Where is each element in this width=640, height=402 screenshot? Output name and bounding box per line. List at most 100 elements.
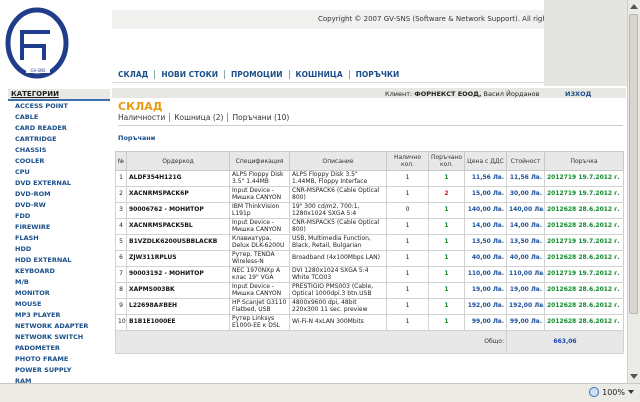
cell-ordered-qty: 1 (428, 202, 465, 219)
cell-order-ref[interactable]: 2012628 28.6.2012 г. (544, 218, 624, 235)
category-item[interactable]: DVD-RW (8, 200, 110, 211)
cell-order-ref[interactable]: 2012628 28.6.2012 г. (544, 314, 624, 331)
cell-order-code[interactable]: ALDF354H121G (126, 170, 230, 187)
category-item[interactable]: DVD-ROM (8, 189, 110, 200)
table-row: 10 B1B1E1000EE Рутер Linksys E1000-EE к DS… (115, 314, 624, 331)
category-item[interactable]: RAM (8, 376, 110, 384)
subnav-ordered[interactable]: Поръчани (10) (232, 113, 289, 122)
category-list: ACCESS POINT CABLE CARD READER CARTRIDGE CHA… (8, 101, 110, 384)
cell-order-code[interactable]: ZJW311RPLUS (126, 250, 230, 267)
cell-description: DVI 1280x1024 SXGA 5:4 White TCO03 (289, 266, 387, 283)
col-header-order: Поръчка (544, 151, 624, 171)
cell-price: 15,00 Лв. (464, 186, 507, 203)
category-item[interactable]: MONITOR (8, 288, 110, 299)
cell-order-code[interactable]: XACNRMSPACK6P (126, 186, 230, 203)
subnav-stock[interactable]: Наличности (118, 113, 165, 122)
scroll-down-icon[interactable] (630, 374, 638, 379)
cell-row-number: 2 (115, 186, 127, 203)
category-item[interactable]: KEYBOARD (8, 266, 110, 277)
menu-promotions[interactable]: ПРОМОЦИИ (225, 70, 289, 79)
menu-orders[interactable]: ПОРЪЧКИ (350, 70, 406, 79)
cell-available-qty: 1 (386, 186, 429, 203)
category-item[interactable]: COOLER (8, 156, 110, 167)
category-item[interactable]: CABLE (8, 112, 110, 123)
scroll-up-icon[interactable] (630, 4, 638, 9)
menu-new-stock[interactable]: НОВИ СТОКИ (155, 70, 224, 79)
category-item[interactable]: FLASH (8, 233, 110, 244)
orders-section-link[interactable]: Поръчани (118, 134, 155, 142)
cell-description: 4800x9600 dpi, 48bit 220x300 11 sec. pre… (289, 298, 387, 315)
col-header-description: Описание (289, 151, 387, 171)
cell-value: 99,00 Лв. (506, 314, 545, 331)
cell-ordered-qty: 1 (428, 250, 465, 267)
cell-order-ref[interactable]: 2012719 19.7.2012 г. (544, 170, 624, 187)
cell-available-qty: 1 (386, 234, 429, 251)
category-item[interactable]: PADOMETER (8, 343, 110, 354)
cell-order-ref[interactable]: 2012719 19.7.2012 г. (544, 266, 624, 283)
zoom-control[interactable]: 100% (589, 387, 634, 397)
menu-sklad[interactable]: СКЛАД (112, 70, 154, 79)
category-item[interactable]: NETWORK ADAPTER (8, 321, 110, 332)
chevron-down-icon[interactable] (628, 390, 634, 394)
cell-available-qty: 1 (386, 250, 429, 267)
category-item[interactable]: POWER SUPPLY (8, 365, 110, 376)
cell-order-code[interactable]: 90003192 - МОНИТОР (126, 266, 230, 283)
category-item[interactable]: CARTRIDGE (8, 134, 110, 145)
cell-row-number: 6 (115, 250, 127, 267)
category-item[interactable]: NETWORK SWITCH (8, 332, 110, 343)
logout-link[interactable]: ИЗХОД (565, 90, 591, 98)
subnav-basket[interactable]: Кошница (2) (174, 113, 223, 122)
category-item[interactable]: M/B (8, 277, 110, 288)
cell-ordered-qty: 1 (428, 314, 465, 331)
table-row: 5 B1VZDLK6200USBBLACKB Клавиатура, Delux D… (115, 234, 624, 251)
cell-order-code[interactable]: B1B1E1000EE (126, 314, 230, 331)
vertical-scrollbar[interactable] (627, 0, 640, 383)
client-person: Васил Йорданов (483, 90, 540, 98)
category-sidebar: КАТЕГОРИИ ACCESS POINT CABLE CARD READER CA… (8, 89, 110, 383)
cell-order-code[interactable]: B1VZDLK6200USBBLACKB (126, 234, 230, 251)
scroll-thumb[interactable] (629, 14, 638, 314)
menu-divider (112, 82, 544, 83)
cell-order-code[interactable]: L22698A#BEH (126, 298, 230, 315)
cell-value: 140,00 Лв. (506, 202, 545, 219)
category-item[interactable]: CPU (8, 167, 110, 178)
menu-basket[interactable]: КОШНИЦА (290, 70, 349, 79)
cell-specification: Рутер Linksys E1000-EE к DSL (229, 314, 290, 331)
category-item[interactable]: MOUSE (8, 299, 110, 310)
category-item[interactable]: FIREWIRE (8, 222, 110, 233)
cell-row-number: 7 (115, 266, 127, 283)
cell-order-code[interactable]: XAPMS003BK (126, 282, 230, 299)
cell-description: 19" 300 cd/m2, 700:1, 1280x1024 SXGA 5:4 (289, 202, 387, 219)
cell-order-ref[interactable]: 2012628 28.6.2012 г. (544, 282, 624, 299)
category-item[interactable]: CHASSIS (8, 145, 110, 156)
cell-value: 30,00 Лв. (506, 186, 545, 203)
total-label: Общо: (115, 330, 507, 354)
cell-order-ref[interactable]: 2012628 28.6.2012 г. (544, 298, 624, 315)
cell-price: 40,00 Лв. (464, 250, 507, 267)
cell-price: 19,00 Лв. (464, 282, 507, 299)
category-item[interactable]: ACCESS POINT (8, 101, 110, 112)
cell-order-ref[interactable]: 2012719 19.7.2012 г. (544, 186, 624, 203)
category-item[interactable]: FDD (8, 211, 110, 222)
cell-price: 11,56 Лв. (464, 170, 507, 187)
cell-ordered-qty: 1 (428, 282, 465, 299)
category-item[interactable]: CARD READER (8, 123, 110, 134)
cell-value: 14,00 Лв. (506, 218, 545, 235)
cell-available-qty: 1 (386, 314, 429, 331)
cell-order-ref[interactable]: 2012628 28.6.2012 г. (544, 202, 624, 219)
cell-specification: IBM ThinkVision L191p (229, 202, 290, 219)
cell-row-number: 9 (115, 298, 127, 315)
col-header-available: Налично кол. (386, 151, 429, 171)
category-item[interactable]: PHOTO FRAME (8, 354, 110, 365)
cell-order-code[interactable]: XACNRMSPACK5BL (126, 218, 230, 235)
cell-order-ref[interactable]: 2012719 19.7.2012 г. (544, 234, 624, 251)
category-item[interactable]: DVD EXTERNAL (8, 178, 110, 189)
cell-order-ref[interactable]: 2012628 28.6.2012 г. (544, 250, 624, 267)
category-item[interactable]: MP3 PLAYER (8, 310, 110, 321)
category-item[interactable]: HDD EXTERNAL (8, 255, 110, 266)
company-logo[interactable]: GV-SNS (4, 6, 70, 80)
cell-ordered-qty: 1 (428, 266, 465, 283)
category-item[interactable]: HDD (8, 244, 110, 255)
cell-order-code[interactable]: 90006762 - МОНИТОР (126, 202, 230, 219)
globe-icon (589, 387, 600, 397)
